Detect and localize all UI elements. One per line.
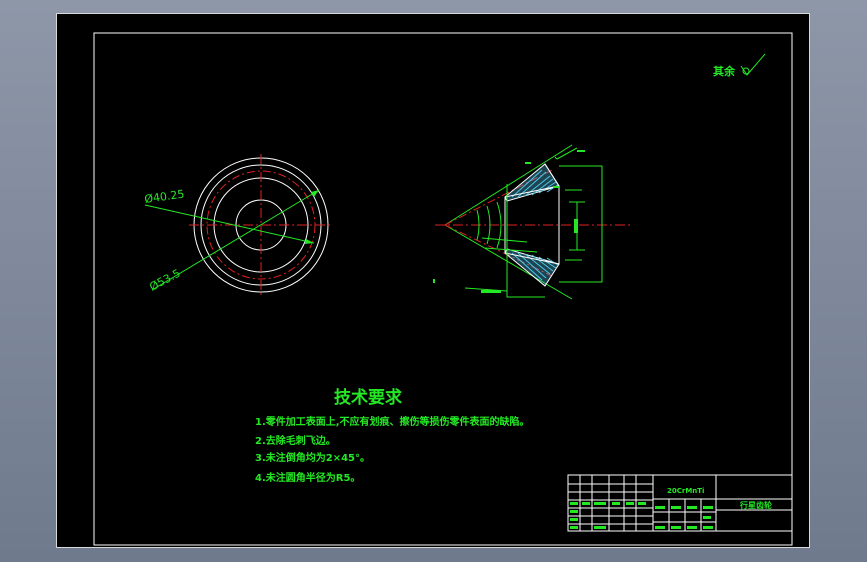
dim-inner-text: Ø40.25: [144, 188, 186, 206]
dim-outer-text: Ø53.5: [147, 267, 182, 294]
tech-req-item-2: 2.去除毛刺飞边。: [255, 434, 336, 447]
drawing-canvas: 其余 Ø40.25 Ø53.5 技术要求 1.零件加工表面上,不应有划痕、擦伤等…: [93, 32, 793, 546]
roughness-symbol-icon: [740, 53, 766, 76]
roughness-note: 其余: [713, 53, 766, 78]
dim-outer-arrow: [311, 190, 319, 197]
tech-req-item-3: 3.未注倒角均为2×45°。: [255, 451, 370, 464]
tech-req-item-1: 1.零件加工表面上,不应有划痕、擦伤等损伤零件表面的缺陷。: [255, 415, 530, 428]
technical-requirements: 技术要求 1.零件加工表面上,不应有划痕、擦伤等损伤零件表面的缺陷。 2.去除毛…: [255, 387, 530, 484]
tech-req-title: 技术要求: [334, 387, 402, 408]
title-block-material: 20CrMnTi: [667, 487, 704, 495]
dim-inner-line: [144, 204, 315, 244]
tech-req-item-4: 4.未注圆角半径为R5。: [255, 471, 360, 484]
cad-viewport[interactable]: 其余 Ø40.25 Ø53.5 技术要求 1.零件加工表面上,不应有划痕、擦伤等…: [56, 13, 810, 548]
drawing-border: [93, 32, 793, 546]
dimension-ticks: [433, 150, 585, 293]
roughness-note-label: 其余: [713, 64, 736, 78]
title-block-part-name: 行星齿轮: [739, 500, 772, 510]
front-view: Ø40.25 Ø53.5: [144, 154, 333, 296]
section-view: [433, 144, 630, 300]
